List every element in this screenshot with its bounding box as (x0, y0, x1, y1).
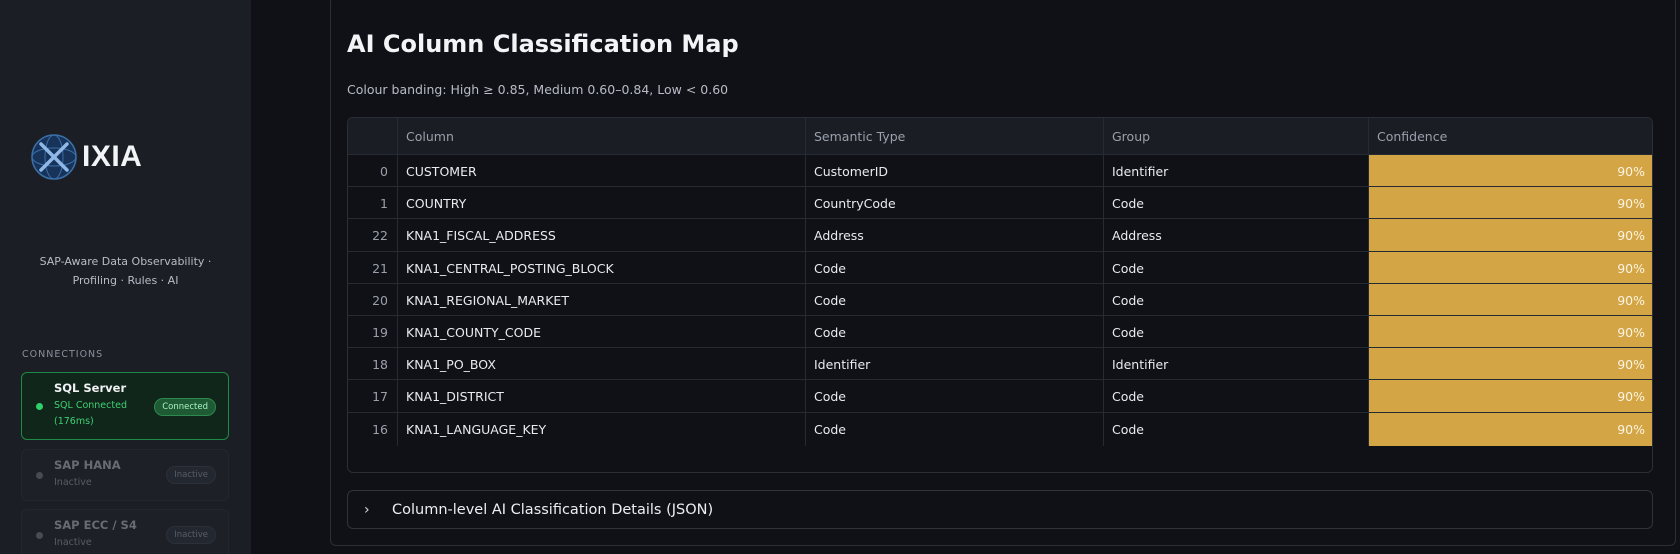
table-row[interactable]: 18 KNA1_PO_BOX Identifier Identifier 90% (348, 347, 1652, 382)
column-name-cell: KNA1_PO_BOX (398, 348, 806, 382)
column-name-cell: KNA1_COUNTY_CODE (398, 316, 806, 349)
row-index-cell: 1 (348, 187, 398, 221)
logo: IXIA (28, 131, 142, 183)
column-name-cell: COUNTRY (398, 187, 806, 221)
status-badge: Inactive (166, 526, 216, 544)
column-name-cell: KNA1_LANGUAGE_KEY (398, 412, 806, 446)
column-name-cell: KNA1_CENTRAL_POSTING_BLOCK (398, 251, 806, 285)
table-row[interactable]: 17 KNA1_DISTRICT Code Code 90% (348, 379, 1652, 414)
row-index-cell: 20 (348, 283, 398, 317)
group-cell: Address (1104, 219, 1369, 253)
header-group[interactable]: Group (1104, 118, 1369, 154)
semantic-type-cell: Code (806, 412, 1104, 446)
column-name-cell: CUSTOMER (398, 155, 806, 188)
group-cell: Code (1104, 251, 1369, 285)
connection-status: SQL Connected (176ms) (54, 400, 127, 427)
group-cell: Code (1104, 412, 1369, 446)
confidence-cell: 90% (1369, 316, 1652, 349)
confidence-cell: 90% (1369, 155, 1652, 188)
table-row[interactable]: 16 KNA1_LANGUAGE_KEY Code Code 90% (348, 411, 1652, 446)
column-name-cell: KNA1_FISCAL_ADDRESS (398, 219, 806, 253)
globe-x-icon (28, 131, 80, 183)
classification-table[interactable]: Column Semantic Type Group Confidence 0C… (347, 117, 1653, 473)
status-dot-icon (36, 472, 43, 479)
confidence-cell: 90% (1369, 219, 1652, 253)
connection-status: Inactive (54, 537, 92, 548)
group-cell: Code (1104, 380, 1369, 414)
header-semantic-type[interactable]: Semantic Type (806, 118, 1104, 154)
table-row[interactable]: 20 KNA1_REGIONAL_MARKET Code Code 90% (348, 282, 1652, 317)
row-index-cell: 16 (348, 412, 398, 446)
status-badge: Inactive (166, 466, 216, 484)
confidence-cell: 90% (1369, 251, 1652, 285)
column-name-cell: KNA1_DISTRICT (398, 380, 806, 414)
chevron-right-icon: › (364, 501, 370, 518)
table-row[interactable]: 0 CUSTOMER CustomerID Identifier 90% (348, 154, 1652, 188)
table-row[interactable]: 1 COUNTRY CountryCode Code 90% (348, 186, 1652, 221)
json-details-expander[interactable]: › Column-level AI Classification Details… (347, 490, 1653, 529)
expander-label: Column-level AI Classification Details (… (392, 501, 714, 518)
tagline: SAP-Aware Data Observability · Profiling… (39, 255, 212, 287)
semantic-type-cell: CountryCode (806, 187, 1104, 221)
semantic-type-cell: Code (806, 251, 1104, 285)
row-index-cell: 22 (348, 219, 398, 253)
confidence-cell: 90% (1369, 380, 1652, 414)
semantic-type-cell: Code (806, 380, 1104, 414)
app-root: IXIA SAP-Aware Data Observability · Prof… (0, 0, 1680, 554)
connection-name: SQL Server (54, 381, 127, 395)
confidence-cell: 90% (1369, 187, 1652, 221)
header-index[interactable] (348, 118, 398, 154)
confidence-cell: 90% (1369, 412, 1652, 446)
row-index-cell: 0 (348, 155, 398, 188)
row-index-cell: 17 (348, 380, 398, 414)
header-confidence[interactable]: Confidence (1369, 118, 1652, 154)
status-dot-icon (36, 403, 43, 410)
main-content: AI Column Classification Map Colour band… (251, 0, 1680, 554)
column-name-cell: KNA1_REGIONAL_MARKET (398, 283, 806, 317)
group-cell: Code (1104, 283, 1369, 317)
connection-card-sap-ecc[interactable]: SAP ECC / S4 Inactive Inactive (21, 509, 229, 554)
connection-status: Inactive (54, 477, 92, 488)
semantic-type-cell: Address (806, 219, 1104, 253)
row-index-cell: 19 (348, 316, 398, 349)
page-title: AI Column Classification Map (347, 30, 739, 58)
row-index-cell: 18 (348, 348, 398, 382)
group-cell: Identifier (1104, 348, 1369, 382)
page-subtitle: Colour banding: High ≥ 0.85, Medium 0.60… (347, 82, 729, 97)
semantic-type-cell: CustomerID (806, 155, 1104, 188)
semantic-type-cell: Code (806, 316, 1104, 349)
group-cell: Code (1104, 316, 1369, 349)
confidence-cell: 90% (1369, 348, 1652, 382)
status-dot-icon (36, 532, 43, 539)
semantic-type-cell: Identifier (806, 348, 1104, 382)
sidebar: IXIA SAP-Aware Data Observability · Prof… (0, 0, 251, 554)
table-row[interactable]: 21 KNA1_CENTRAL_POSTING_BLOCK Code Code 90% (348, 250, 1652, 285)
row-index-cell: 21 (348, 251, 398, 285)
table-row[interactable]: 19 KNA1_COUNTY_CODE Code Code 90% (348, 315, 1652, 349)
table-header-row: Column Semantic Type Group Confidence (348, 118, 1652, 154)
confidence-cell: 90% (1369, 283, 1652, 317)
logo-text: IXIA (82, 140, 143, 173)
connection-card-sap-hana[interactable]: SAP HANA Inactive Inactive (21, 449, 229, 501)
group-cell: Identifier (1104, 155, 1369, 188)
header-column[interactable]: Column (398, 118, 806, 154)
connection-card-sql-server[interactable]: SQL Server SQL Connected (176ms) Connect… (21, 372, 229, 440)
table-row[interactable]: 22 KNA1_FISCAL_ADDRESS Address Address 90% (348, 218, 1652, 253)
connections-label: CONNECTIONS (22, 349, 104, 360)
group-cell: Code (1104, 187, 1369, 221)
semantic-type-cell: Code (806, 283, 1104, 317)
status-badge: Connected (154, 398, 216, 416)
